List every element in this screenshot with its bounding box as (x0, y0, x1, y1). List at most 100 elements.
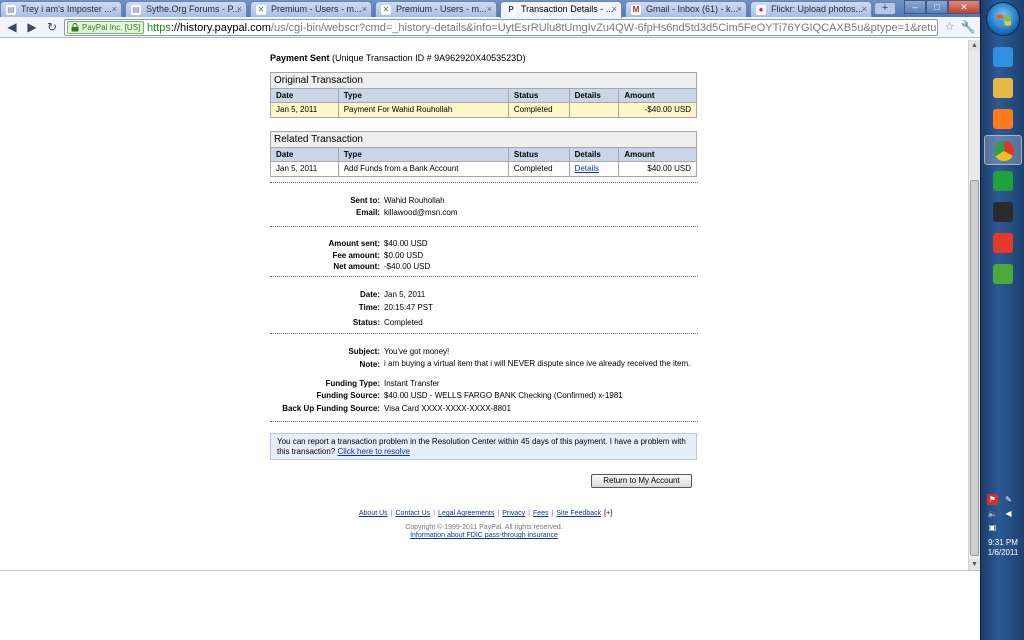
address-bar[interactable]: PayPal Inc. [US] https://history.paypal.… (64, 19, 938, 36)
funding-source-label: Funding Source: (316, 391, 380, 400)
reload-button[interactable]: ↻ (44, 20, 60, 35)
footer-link-fees[interactable]: Fees (530, 510, 552, 517)
forward-button[interactable]: ▶ (24, 20, 40, 35)
taskbar-app-button[interactable] (984, 166, 1022, 196)
window-bottom-border (0, 570, 980, 571)
table-title: Related Transaction (271, 132, 696, 147)
amount-sent-label: Amount sent: (328, 239, 380, 248)
net-amount-row: Net amount: -$40.00 USD (270, 261, 698, 272)
taskbar-app-button[interactable] (984, 73, 1022, 103)
header-type: Type (339, 89, 509, 102)
header-amount: Amount (624, 150, 655, 159)
taskbar-app-button[interactable] (984, 104, 1022, 134)
section-divider (270, 333, 698, 334)
document-icon: ▤ (6, 5, 16, 15)
network-icon[interactable]: ▣ (987, 522, 998, 533)
footer-link-site-feedback[interactable]: Site Feedback (553, 510, 604, 517)
time-row: Time: 20:15:47 PST (270, 302, 698, 313)
tab-close-icon[interactable]: × (112, 4, 117, 14)
tab-close-icon[interactable]: × (737, 4, 742, 14)
return-to-account-button[interactable]: Return to My Account (591, 474, 692, 488)
date-row: Date: Jan 5, 2011 (270, 289, 698, 300)
tab-close-icon[interactable]: × (862, 4, 867, 14)
taskbar-app-button[interactable] (984, 259, 1022, 289)
browser-chrome: ▤ Trey i am's Imposter ... × ▤ Sythe.Org For… (0, 0, 980, 40)
start-button[interactable] (986, 2, 1020, 36)
scroll-up-arrow-icon[interactable]: ▲ (969, 40, 980, 51)
wrench-menu-icon[interactable]: 🔧 (960, 19, 976, 36)
browser-tab[interactable]: M Gmail - Inbox (61) - k... × (625, 1, 747, 17)
tab-close-icon[interactable]: × (362, 4, 367, 14)
header-status: Status (509, 148, 570, 161)
flag-alert-icon[interactable]: ⚑ (987, 494, 998, 505)
section-divider (270, 182, 698, 183)
fdic-link[interactable]: Information about FDIC pass-through insu… (410, 532, 558, 539)
resolve-link[interactable]: Click here to resolve (338, 447, 410, 456)
footer-link-about-us[interactable]: About Us (356, 510, 391, 517)
footer-link-contact-us[interactable]: Contact Us (393, 510, 434, 517)
scroll-down-arrow-icon[interactable]: ▼ (969, 559, 980, 570)
ev-certificate-badge[interactable]: PayPal Inc. [US] (67, 21, 145, 34)
backup-funding-source-value: Visa Card XXXX-XXXX-XXXX-8801 (384, 404, 512, 413)
bookmark-star-icon[interactable]: ☆ (942, 19, 957, 36)
volume-icon[interactable]: 🔈 (987, 508, 998, 519)
cell-status: Completed (509, 103, 570, 117)
browser-tab[interactable]: ✕ Premium - Users - m... × (375, 1, 497, 17)
clock-date[interactable]: 1/6/2011 (981, 548, 1024, 557)
cell-amount: $40.00 USD (647, 164, 691, 173)
minimize-button[interactable]: – (904, 0, 926, 14)
show-hidden-icons-icon[interactable]: ◀ (1003, 508, 1014, 519)
browser-tab[interactable]: ▤ Trey i am's Imposter ... × (0, 1, 122, 17)
details-link[interactable]: Details (575, 164, 599, 173)
gmail-icon: M (631, 5, 641, 15)
new-tab-button[interactable]: + (874, 2, 896, 15)
green-star-app-icon (993, 171, 1013, 191)
paypal-icon: P (506, 5, 516, 15)
windows-taskbar: ⚑ ✎ 🔈 ◀ ▣ 9:31 PM 1/6/2011 (980, 0, 1024, 640)
scroll-thumb[interactable] (970, 180, 979, 556)
windows-logo-icon (997, 14, 1011, 26)
taskbar-app-button[interactable] (984, 228, 1022, 258)
tab-close-icon[interactable]: × (237, 4, 242, 14)
tab-close-icon[interactable]: × (612, 4, 617, 14)
browser-tab[interactable]: ✕ Premium - Users - m... × (250, 1, 372, 17)
page-title: Payment Sent (Unique Transaction ID # 9A… (270, 53, 526, 63)
vertical-scrollbar[interactable]: ▲ ▼ (968, 40, 980, 570)
tab-title: Premium - Users - m... (396, 4, 487, 14)
browser-tab[interactable]: ▤ Sythe.Org Forums - P... × (125, 1, 247, 17)
status-row: Status: Completed (270, 317, 698, 328)
sent-to-value: Wahid Rouhollah (384, 196, 445, 205)
ev-label: PayPal Inc. [US] (82, 23, 141, 32)
maximize-button[interactable]: □ (926, 0, 948, 14)
taskbar-app-button[interactable] (984, 197, 1022, 227)
clock-time[interactable]: 9:31 PM (981, 538, 1024, 547)
backup-funding-source-label: Back Up Funding Source: (282, 404, 380, 413)
footer-link-legal-agreements[interactable]: Legal Agreements (435, 510, 497, 517)
taskbar-app-button[interactable] (984, 135, 1022, 165)
lock-icon (71, 23, 79, 32)
tab-close-icon[interactable]: × (487, 4, 492, 14)
feedback-expand-icon[interactable]: [+] (604, 510, 612, 517)
pen-tool-icon[interactable]: ✎ (1003, 494, 1014, 505)
close-window-button[interactable]: ✕ (948, 0, 980, 14)
taskbar-app-button[interactable] (984, 42, 1022, 72)
header-details: Details (570, 148, 620, 161)
excel-icon: ✕ (256, 5, 266, 15)
subject-label: Subject: (348, 347, 380, 356)
cell-amount: -$40.00 USD (644, 105, 691, 114)
fdic-info: Information about FDIC pass-through insu… (270, 532, 698, 539)
steam-icon (993, 202, 1013, 222)
browser-tab[interactable]: P Transaction Details - ... × (500, 1, 622, 18)
footer-link-privacy[interactable]: Privacy (499, 510, 528, 517)
cell-details (570, 103, 620, 117)
status-value: Completed (384, 318, 423, 327)
back-button[interactable]: ◀ (4, 20, 20, 35)
funding-type-row: Funding Type: Instant Transfer (270, 378, 698, 389)
table-row: Jan 5, 2011 Add Funds from a Bank Accoun… (271, 161, 696, 176)
windows-explorer-icon (993, 78, 1013, 98)
reload-icon: ↻ (46, 20, 58, 34)
section-divider (270, 421, 698, 422)
header-date: Date (271, 148, 339, 161)
fee-amount-row: Fee amount: $0.00 USD (270, 250, 698, 261)
browser-tab[interactable]: ● Flickr: Upload photos... × (750, 1, 872, 17)
